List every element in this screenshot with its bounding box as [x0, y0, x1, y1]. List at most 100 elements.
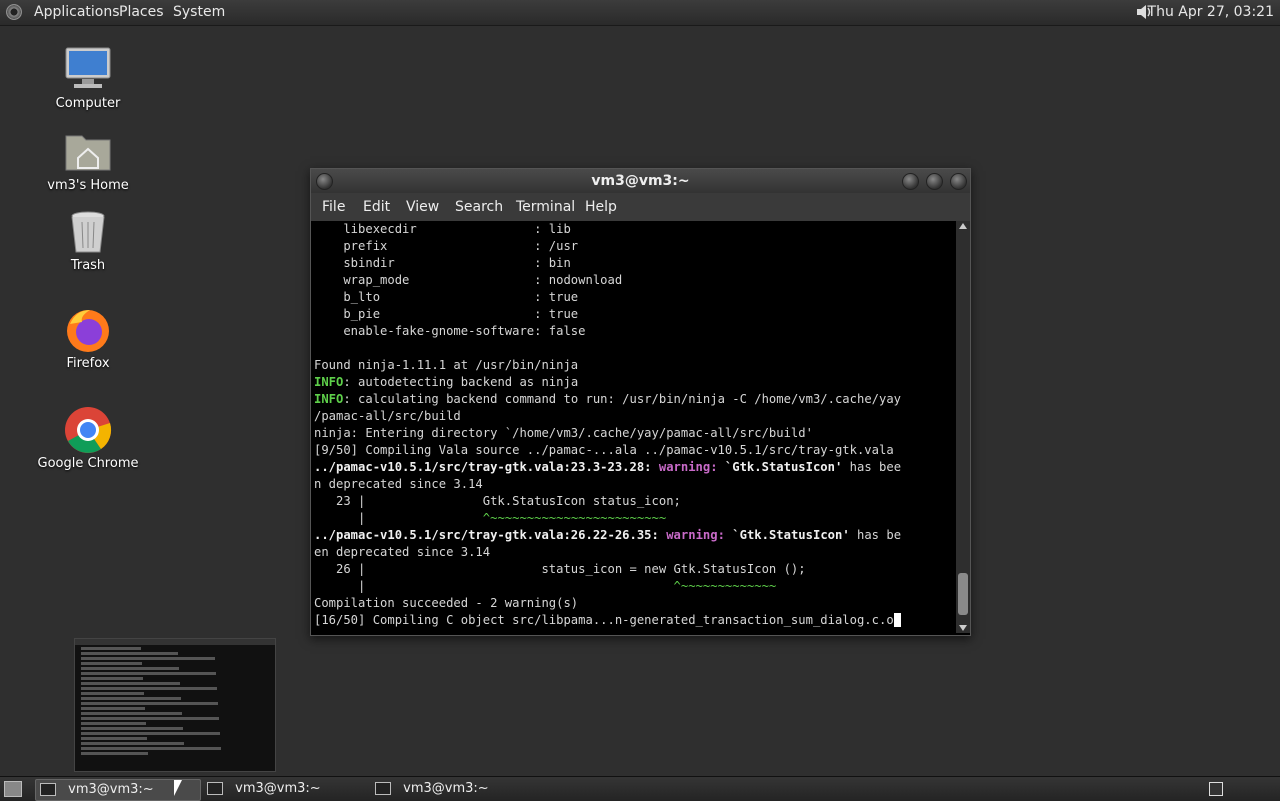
terminal-line: prefix : /usr [314, 239, 579, 253]
thumbnail-line [81, 657, 215, 660]
terminal-output[interactable]: libexecdir : lib prefix : /usr sbindir :… [311, 221, 957, 633]
thumbnail-line [81, 712, 182, 715]
system-menu[interactable]: System [173, 4, 225, 20]
thumbnail-line [81, 692, 144, 695]
workspace-switcher[interactable] [1209, 782, 1223, 796]
show-desktop-icon[interactable] [4, 781, 22, 797]
thumbnail-menubar [75, 639, 275, 645]
thumbnail-line [81, 667, 179, 670]
terminal-line: wrap_mode : nodownload [314, 273, 623, 287]
thumbnail-line [81, 682, 180, 685]
terminal-line: [16/50] Compiling C object src/libpama..… [314, 612, 957, 629]
thumbnail-line [81, 647, 141, 650]
menu-edit[interactable]: Edit [363, 199, 390, 215]
terminal-line: ../pamac-v10.5.1/src/tray-gtk.vala:23.3-… [314, 460, 902, 474]
thumbnail-line [81, 717, 219, 720]
mouse-pointer-icon [174, 780, 182, 796]
desktop-icon-label: Computer [55, 96, 121, 111]
menu-search[interactable]: Search [455, 199, 503, 215]
thumbnail-line [81, 727, 183, 730]
desktop-icon-label: vm3's Home [47, 178, 129, 193]
desktop-icon-chrome[interactable]: Google Chrome [33, 406, 143, 471]
taskbar-item[interactable]: vm3@vm3:~ [371, 779, 535, 799]
thumbnail-line [81, 677, 143, 680]
terminal-line: INFO: autodetecting backend as ninja [314, 375, 579, 389]
thumbnail-line [81, 662, 142, 665]
thumbnail-line [81, 722, 146, 725]
menu-view[interactable]: View [406, 199, 439, 215]
scroll-up-arrow-icon[interactable] [959, 223, 967, 229]
terminal-line: [9/50] Compiling Vala source ../pamac-..… [314, 443, 894, 457]
thumbnail-line [81, 672, 216, 675]
distro-logo-icon[interactable] [6, 4, 22, 20]
terminal-line: 23 | Gtk.StatusIcon status_icon; [314, 494, 681, 508]
terminal-line: enable-fake-gnome-software: false [314, 324, 586, 338]
home-folder-icon [64, 128, 112, 176]
terminal-window[interactable]: vm3@vm3:~ File Edit View Search Terminal… [310, 168, 971, 636]
scroll-down-arrow-icon[interactable] [959, 625, 967, 631]
menu-help[interactable]: Help [585, 199, 617, 215]
maximize-button[interactable] [926, 173, 943, 190]
menubar: File Edit View Search Terminal Help [311, 193, 970, 221]
desktop-icon-computer[interactable]: Computer [33, 46, 143, 111]
taskbar-item[interactable]: vm3@vm3:~ [203, 779, 367, 799]
clock[interactable]: Thu Apr 27, 03:21 [1148, 4, 1274, 20]
thumbnail-line [81, 747, 221, 750]
terminal-icon [207, 782, 223, 795]
applications-menu[interactable]: Applications [34, 4, 120, 20]
terminal-icon [40, 783, 56, 796]
chrome-icon [64, 406, 112, 454]
terminal-line: sbindir : bin [314, 256, 571, 270]
minimize-button[interactable] [902, 173, 919, 190]
firefox-icon [64, 306, 112, 354]
thumbnail-line [81, 742, 184, 745]
terminal-line: | ^~~~~~~~~~~~~~~~~~~~~~~~~ [314, 511, 667, 525]
terminal-line: /pamac-all/src/build [314, 409, 461, 423]
terminal-line: b_pie : true [314, 307, 579, 321]
terminal-line: n deprecated since 3.14 [314, 477, 483, 491]
terminal-line: ../pamac-v10.5.1/src/tray-gtk.vala:26.22… [314, 528, 902, 542]
terminal-line: libexecdir : lib [314, 222, 571, 236]
thumbnail-line [81, 702, 218, 705]
window-menu-icon[interactable] [316, 173, 333, 190]
menu-file[interactable]: File [322, 199, 345, 215]
window-title: vm3@vm3:~ [591, 173, 690, 189]
thumbnail-line [81, 737, 147, 740]
thumbnail-line [81, 707, 145, 710]
desktop-icon-label: Google Chrome [37, 456, 139, 471]
thumbnail-line [81, 687, 217, 690]
terminal-icon [375, 782, 391, 795]
terminal-line: | ^~~~~~~~~~~~~~ [314, 579, 777, 593]
scrollbar-thumb[interactable] [958, 573, 968, 615]
terminal-line: en deprecated since 3.14 [314, 545, 491, 559]
close-button[interactable] [950, 173, 967, 190]
bottom-panel: vm3@vm3:~ vm3@vm3:~ vm3@vm3:~ [0, 776, 1280, 801]
computer-icon [64, 46, 112, 94]
desktop-icon-home[interactable]: vm3's Home [33, 128, 143, 193]
desktop-icon-trash[interactable]: Trash [33, 208, 143, 273]
window-titlebar[interactable]: vm3@vm3:~ [311, 169, 970, 193]
desktop-icon-label: Firefox [66, 356, 110, 371]
trash-icon [64, 208, 112, 256]
terminal-line: 26 | status_icon = new Gtk.StatusIcon ()… [314, 562, 806, 576]
scrollbar[interactable] [956, 221, 970, 633]
taskbar-item-label: vm3@vm3:~ [403, 781, 489, 796]
taskbar-item-label: vm3@vm3:~ [235, 781, 321, 796]
thumbnail-line [81, 732, 220, 735]
taskbar-item-label: vm3@vm3:~ [68, 782, 154, 797]
thumbnail-content [75, 647, 275, 755]
terminal-line: Compilation succeeded - 2 warning(s) [314, 596, 579, 610]
top-panel: Applications Places System Thu Apr 27, 0… [0, 0, 1280, 26]
window-preview-thumbnail[interactable] [74, 638, 276, 772]
thumbnail-line [81, 697, 181, 700]
terminal-line: INFO: calculating backend command to run… [314, 392, 902, 406]
terminal-line: ninja: Entering directory `/home/vm3/.ca… [314, 426, 813, 440]
places-menu[interactable]: Places [119, 4, 164, 20]
terminal-line: b_lto : true [314, 290, 579, 304]
thumbnail-line [81, 652, 178, 655]
desktop-icon-label: Trash [70, 258, 106, 273]
desktop-icon-firefox[interactable]: Firefox [33, 306, 143, 371]
thumbnail-line [81, 752, 148, 755]
menu-terminal[interactable]: Terminal [516, 199, 575, 215]
